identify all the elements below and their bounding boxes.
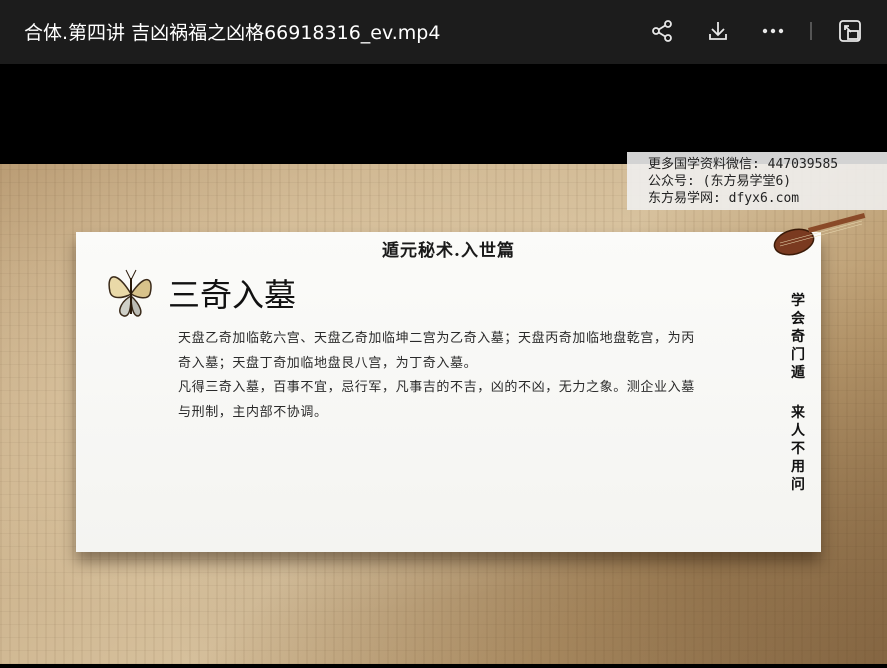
slide-title: 三奇入墓 (168, 276, 297, 314)
slogan-char: 问 (791, 477, 805, 493)
slide-parchment-background: 遁元秘术.入世篇 三奇入墓 天盘乙奇加临乾六宫、天盘乙奇加临坤二宫为乙奇入墓；天… (0, 164, 887, 664)
slogan-char: 人 (791, 423, 805, 439)
watermark-line: 东方易学网: dfyx6.com (648, 191, 800, 206)
share-icon[interactable] (647, 16, 677, 46)
watermark-line: 更多国学资料微信: 447039585 (648, 157, 839, 172)
slide-body: 天盘乙奇加临乾六宫、天盘乙奇加临坤二宫为乙奇入墓；天盘丙奇加临地盘乾宫，为丙奇入… (178, 327, 698, 425)
butterfly-icon (108, 269, 152, 317)
slogan-char: 会 (791, 311, 805, 327)
slogan-char: 不 (791, 441, 805, 457)
video-player-titlebar: 合体.第四讲 吉凶祸福之凶格66918316_ev.mp4 (0, 0, 887, 64)
body-paragraph-2: 凡得三奇入墓，百事不宜，忌行军，凡事吉的不吉，凶的不凶，无力之象。测企业入墓与刑… (178, 380, 695, 420)
pipa-instrument-icon (773, 212, 866, 256)
slogan-char: 奇 (791, 329, 805, 345)
side-slogan: 学 会 奇 门 遁 来 人 不 用 问 (788, 292, 808, 494)
body-paragraph-1: 天盘乙奇加临乾六宫、天盘乙奇加临坤二宫为乙奇入墓；天盘丙奇加临地盘乾宫，为丙奇入… (178, 331, 695, 371)
more-icon[interactable] (758, 16, 788, 46)
watermark-overlay: 更多国学资料微信: 447039585 公众号: (东方易学堂6) 东方易学网:… (627, 152, 887, 210)
slide-card: 遁元秘术.入世篇 三奇入墓 天盘乙奇加临乾六宫、天盘乙奇加临坤二宫为乙奇入墓；天… (76, 232, 821, 552)
slogan-char: 遁 (791, 365, 805, 381)
exit-window-icon[interactable] (835, 16, 865, 46)
toolbar-divider (810, 22, 812, 40)
slogan-char: 来 (791, 405, 805, 421)
download-icon[interactable] (703, 16, 733, 46)
slogan-char: 学 (791, 293, 805, 309)
video-title: 合体.第四讲 吉凶祸福之凶格66918316_ev.mp4 (24, 22, 441, 44)
slogan-char: 用 (791, 459, 805, 475)
slogan-char: 门 (791, 347, 805, 363)
slide-header: 遁元秘术.入世篇 (382, 241, 515, 261)
watermark-line: 公众号: (东方易学堂6) (648, 174, 792, 189)
